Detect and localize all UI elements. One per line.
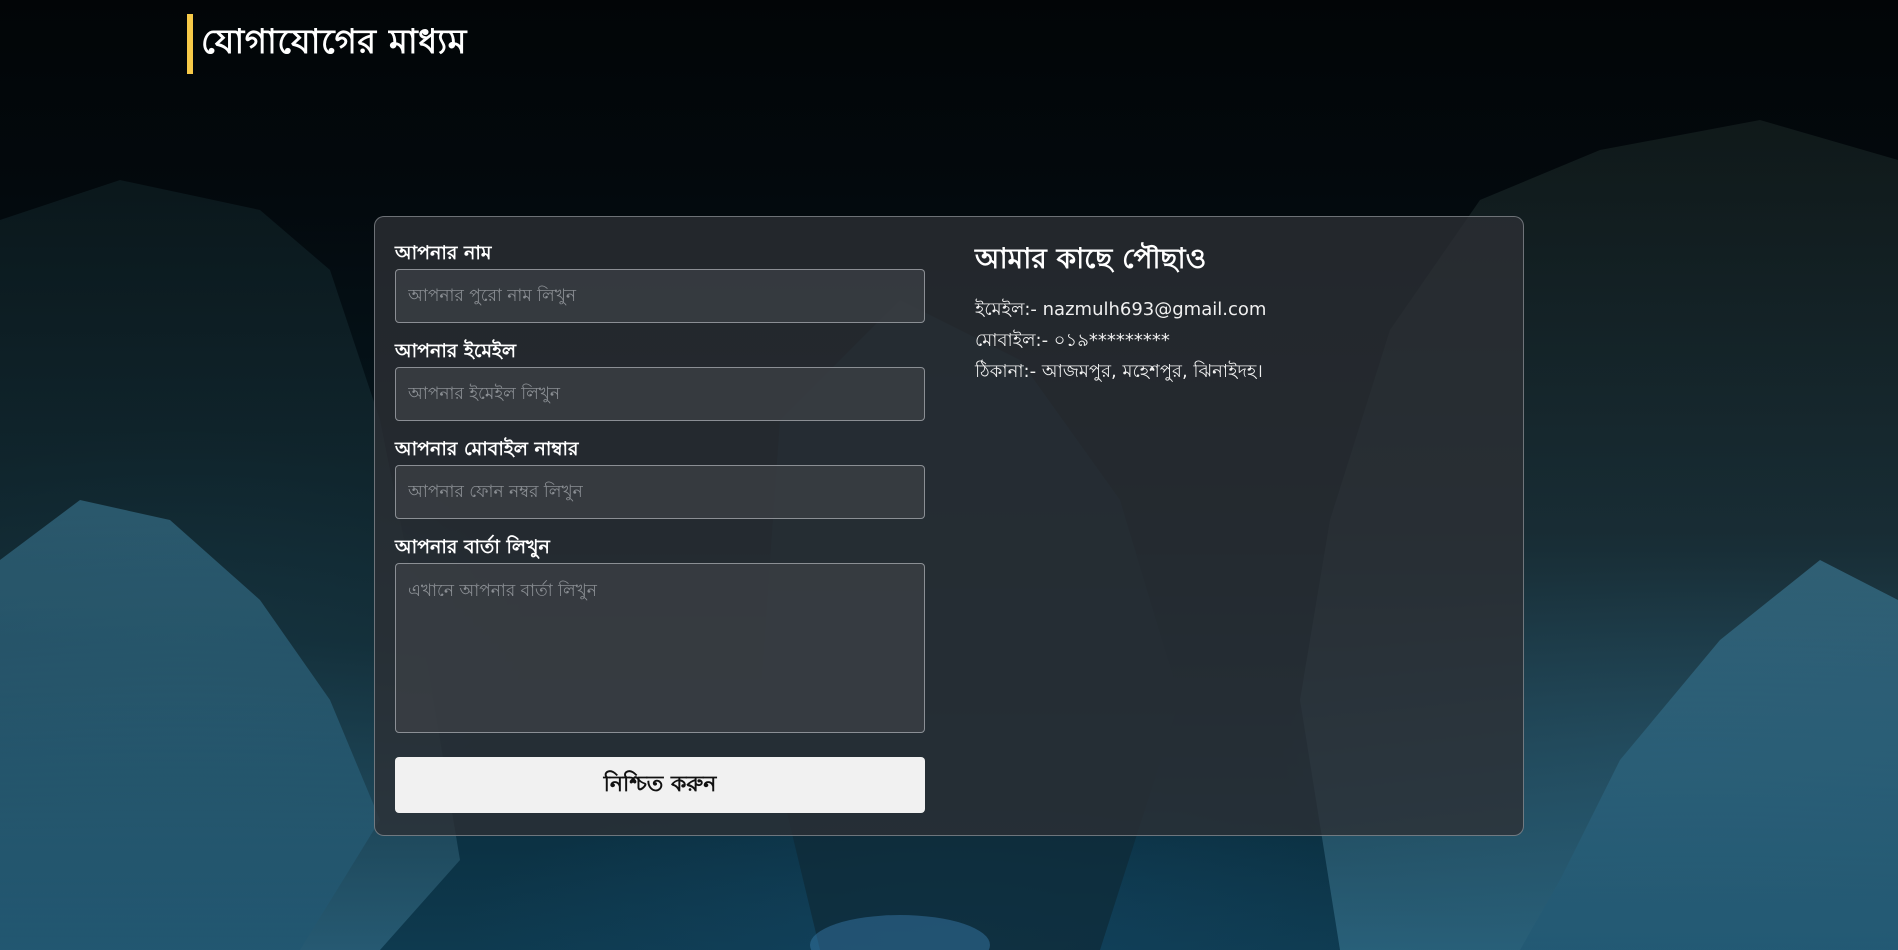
contact-card: আপনার নাম আপনার ইমেইল আপনার মোবাইল নাম্ব… [374, 216, 1524, 836]
mobile-input[interactable] [395, 465, 925, 519]
contact-email: ইমেইল:- nazmulh693@gmail.com [975, 299, 1267, 320]
contact-mobile: মোবাইল:- ০১৯********* [975, 330, 1170, 351]
email-label: আপনার ইমেইল [395, 340, 517, 362]
email-input[interactable] [395, 367, 925, 421]
contact-info-title: আমার কাছে পৌছাও [975, 242, 1207, 275]
message-textarea[interactable] [395, 563, 925, 733]
contact-form: আপনার নাম আপনার ইমেইল আপনার মোবাইল নাম্ব… [395, 239, 925, 813]
name-label: আপনার নাম [395, 242, 492, 264]
mobile-label: আপনার মোবাইল নাম্বার [395, 438, 579, 460]
submit-button[interactable]: নিশ্চিত করুন [395, 757, 925, 813]
message-label: আপনার বার্তা লিখুন [395, 536, 550, 558]
contact-info: আমার কাছে পৌছাও ইমেইল:- nazmulh693@gmail… [975, 237, 1495, 387]
name-input[interactable] [395, 269, 925, 323]
contact-address: ঠিকানা:- আজমপুর, মহেশপুর, ঝিনাইদহ। [975, 361, 1263, 382]
page-title: যোগাযোগের মাধ্যম [187, 14, 467, 74]
